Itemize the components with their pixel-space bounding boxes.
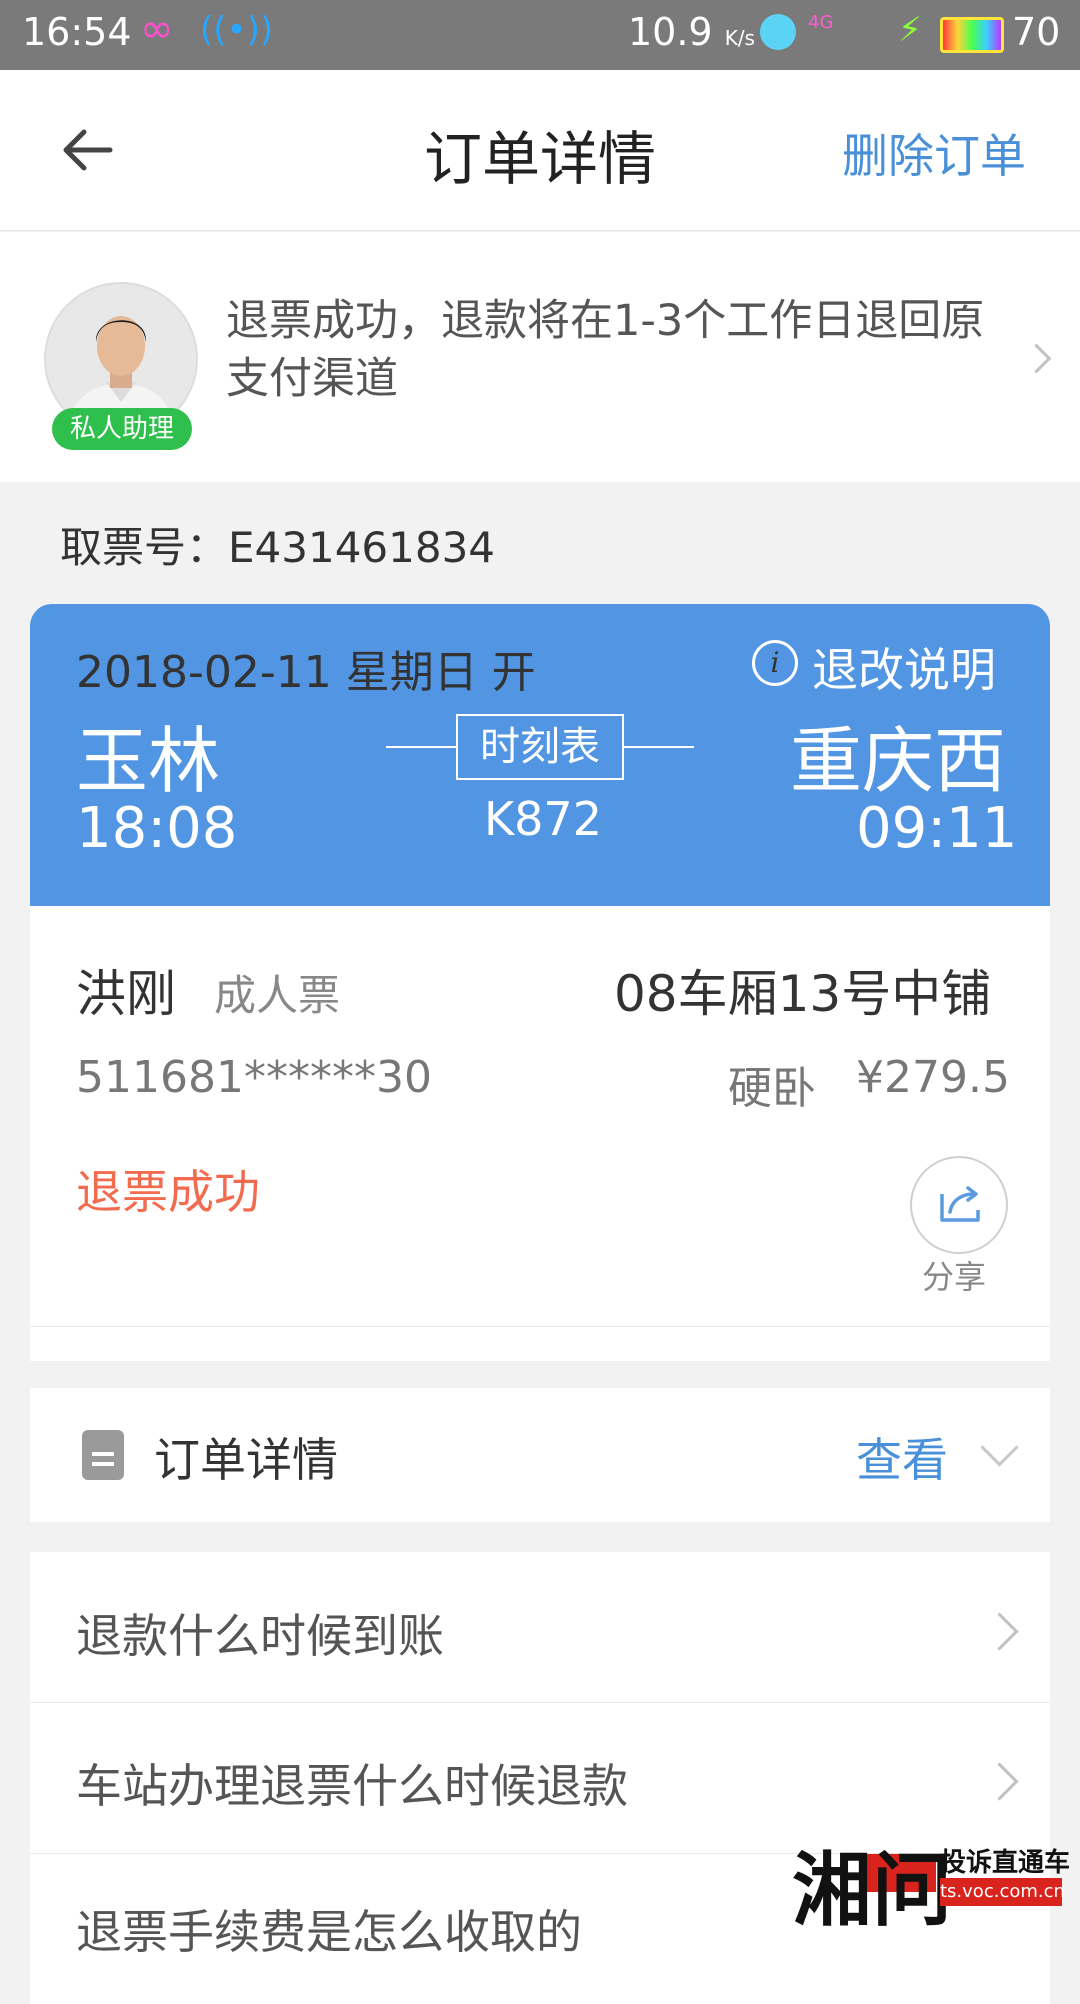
- card-footer: [30, 1327, 1050, 1361]
- route-line-left: [386, 746, 458, 748]
- train-number: K872: [484, 792, 602, 846]
- net-speed-value: 10.9: [628, 10, 713, 54]
- arrive-time: 09:11: [856, 796, 1018, 861]
- ticket-type: 成人票: [214, 971, 341, 1020]
- id-number: 511681******30: [76, 1052, 432, 1103]
- ticket-price: ¥279.5: [856, 1052, 1010, 1103]
- timetable-button[interactable]: 时刻表: [456, 714, 624, 780]
- seat-class: 硬卧: [728, 1063, 816, 1114]
- hotspot-icon: ((•)): [200, 10, 274, 50]
- view-button[interactable]: 查看: [856, 1424, 948, 1490]
- passenger-name: 洪刚: [76, 965, 176, 1023]
- delete-order-button[interactable]: 删除订单: [842, 120, 1026, 186]
- status-time: 16:54: [22, 10, 132, 54]
- share-icon: [940, 1186, 980, 1222]
- order-detail-label: 订单详情: [154, 1433, 338, 1487]
- document-icon: [82, 1430, 124, 1480]
- share-label: 分享: [922, 1258, 987, 1296]
- refund-status: 退票成功: [76, 1165, 260, 1219]
- from-station: 玉林: [76, 719, 221, 803]
- battery-icon: [940, 17, 1004, 53]
- alarm-icon: [760, 14, 796, 50]
- to-station: 重庆西: [790, 719, 1007, 803]
- refund-rules-link[interactable]: 退改说明: [812, 634, 996, 700]
- faq-item-label: 退款什么时候到账: [76, 1609, 444, 1663]
- watermark-text: 投诉直通车: [940, 1848, 1071, 1878]
- watermark-logo: 湘问: [792, 1843, 952, 1937]
- watermark-url: ts.voc.com.cn: [940, 1878, 1065, 1906]
- battery-level: 70: [1012, 10, 1061, 54]
- faq-item-label: 退票手续费是怎么收取的: [76, 1905, 582, 1959]
- depart-time: 18:08: [76, 796, 238, 861]
- net-speed: 10.9 K/s: [628, 10, 755, 54]
- route-line-right: [622, 746, 694, 748]
- assistant-badge: 私人助理: [52, 408, 192, 450]
- faq-item-label: 车站办理退票什么时候退款: [76, 1759, 628, 1813]
- refund-message: 退票成功，退款将在1-3个工作日退回原支付渠道: [226, 296, 985, 404]
- pickup-ticket-number: 取票号：E431461834: [60, 523, 496, 572]
- seat-info: 08车厢13号中铺: [614, 965, 992, 1023]
- share-button[interactable]: [910, 1156, 1008, 1254]
- departure-date: 2018-02-11 星期日 开: [76, 647, 536, 698]
- network-type: 4G: [808, 12, 834, 33]
- infinity-icon: ∞: [140, 6, 174, 52]
- charging-icon: ⚡: [898, 10, 922, 50]
- net-speed-unit: K/s: [724, 26, 755, 50]
- info-icon[interactable]: i: [752, 640, 798, 686]
